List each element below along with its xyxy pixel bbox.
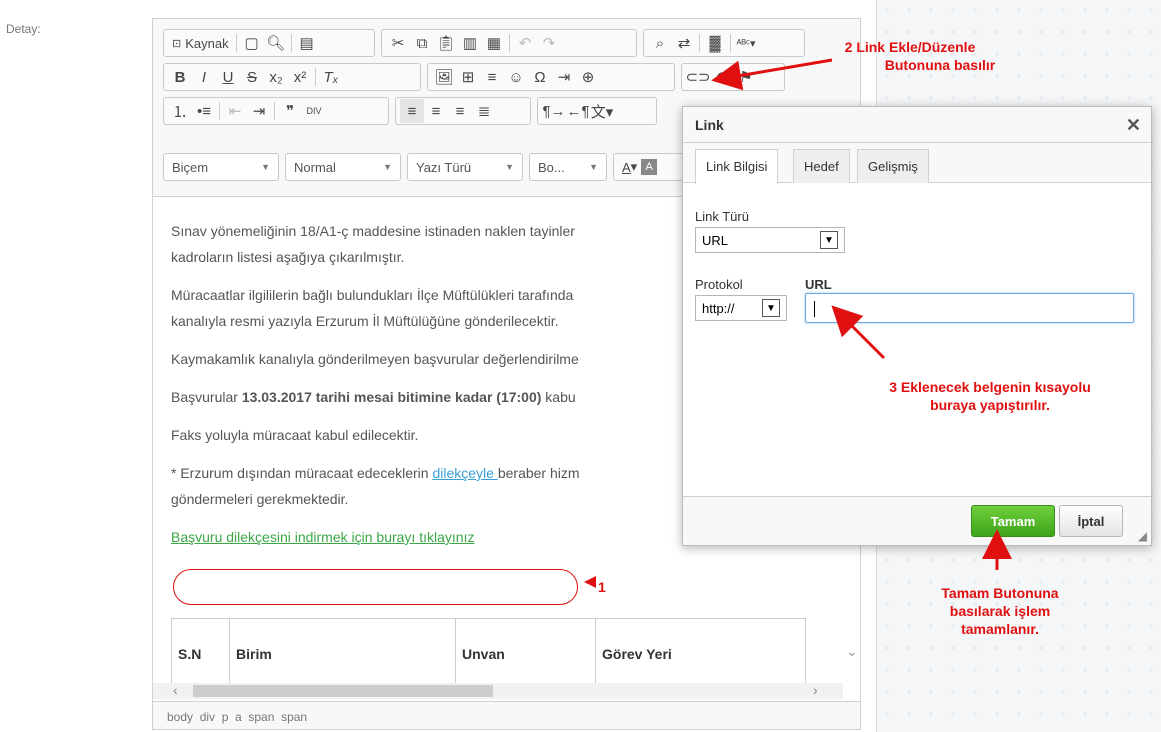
arrow-to-url-input [831, 305, 886, 360]
annotation-text: basılarak işlem [949, 603, 1051, 619]
annotation-2: 2 Link Ekle/Düzenle Butonuna basılır [800, 38, 1020, 74]
annotation-1: 1 [598, 579, 606, 595]
annotation-3: 3 Eklenecek belgenin kısayolu buraya yap… [840, 378, 1140, 414]
annotation-text: buraya yapıştırılır. [930, 397, 1050, 413]
annotation-text: tamamlanır. [961, 621, 1039, 637]
annotation-text: Butonuna basılır [884, 57, 996, 73]
annotation-text: Tamam Butonuna [941, 585, 1059, 601]
annotation-text: 3 Eklenecek belgenin kısayolu [889, 379, 1091, 395]
annotation-4: Tamam Butonuna basılarak işlem tamamlanı… [900, 584, 1100, 638]
annotation-text: 2 Link Ekle/Düzenle [844, 39, 976, 55]
arrow-to-download-link [584, 576, 596, 588]
